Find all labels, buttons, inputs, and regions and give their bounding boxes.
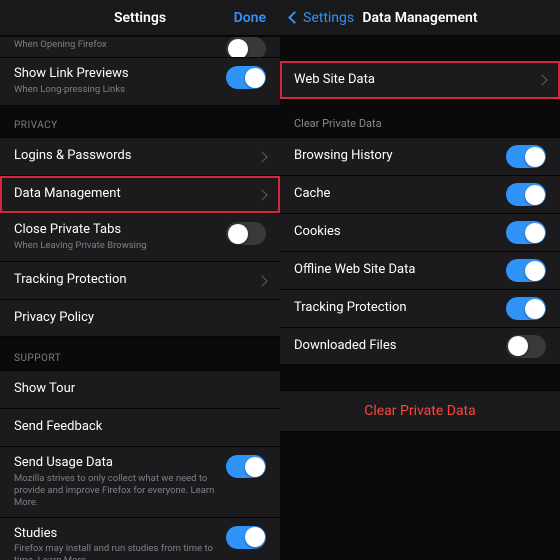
row-subtitle: When Opening Firefox [14,39,107,51]
list-item-offline-data[interactable]: Offline Web Site Data [280,251,560,289]
row-title: Tracking Protection [294,300,407,317]
row-subtitle: When Leaving Private Browsing [14,240,147,252]
row-title: Privacy Policy [14,310,94,327]
page-title: Settings [114,10,166,26]
section-header-clear-private-data: Clear Private Data [280,101,560,137]
clear-private-data-button[interactable]: Clear Private Data [280,390,560,432]
list-item[interactable]: When Opening Firefox [0,36,280,57]
list-item-downloaded-files[interactable]: Downloaded Files [280,327,560,365]
nav-bar: Settings Done [0,0,280,36]
list-item-show-tour[interactable]: Show Tour [0,370,280,408]
list-item-logins-passwords[interactable]: Logins & Passwords [0,137,280,175]
toggle-switch[interactable] [226,455,266,478]
settings-screen: Settings Done When Opening Firefox Show … [0,0,280,560]
list-item-close-private-tabs[interactable]: Close Private Tabs When Leaving Private … [0,213,280,261]
page-title: Data Management [362,10,477,26]
row-title: Studies [14,526,219,543]
section-header-support: SUPPORT [0,338,280,370]
section-header-privacy: PRIVACY [0,105,280,137]
row-title: Cookies [294,224,341,241]
row-title: Web Site Data [294,72,375,89]
list-item-cookies[interactable]: Cookies [280,213,560,251]
row-subtitle: Mozilla strives to only collect what we … [14,473,219,509]
row-title: Send Feedback [14,419,102,436]
row-subtitle: When Long-pressing Links [14,84,129,96]
toggle-switch[interactable] [226,37,266,57]
list-item-data-management[interactable]: Data Management [0,175,280,213]
toggle-switch[interactable] [506,145,546,168]
chevron-right-icon [536,74,547,85]
row-title: Data Management [14,186,121,203]
nav-bar: Settings Data Management [280,0,560,36]
row-title: Logins & Passwords [14,148,131,165]
row-title: Send Usage Data [14,455,219,472]
chevron-right-icon [256,275,267,286]
back-button[interactable]: Settings [290,10,354,26]
row-title: Tracking Protection [14,272,127,289]
row-title: Browsing History [294,148,393,165]
back-label: Settings [303,10,354,26]
row-title: Downloaded Files [294,338,396,355]
done-button[interactable]: Done [234,10,266,26]
chevron-right-icon [256,151,267,162]
toggle-switch[interactable] [226,222,266,245]
toggle-switch[interactable] [506,183,546,206]
list-item-privacy-policy[interactable]: Privacy Policy [0,299,280,337]
data-management-screen: Settings Data Management Web Site Data C… [280,0,560,560]
list-item-show-link-previews[interactable]: Show Link Previews When Long-pressing Li… [0,57,280,105]
list-item-cache[interactable]: Cache [280,175,560,213]
settings-list[interactable]: When Opening Firefox Show Link Previews … [0,36,280,560]
toggle-switch[interactable] [226,526,266,549]
toggle-switch[interactable] [506,259,546,282]
toggle-switch[interactable] [506,335,546,358]
list-item-tracking-protection[interactable]: Tracking Protection [280,289,560,327]
list-item-send-feedback[interactable]: Send Feedback [0,408,280,446]
row-title: Cache [294,186,330,203]
toggle-switch[interactable] [506,297,546,320]
toggle-switch[interactable] [506,221,546,244]
data-management-list[interactable]: Web Site Data Clear Private Data Browsin… [280,36,560,432]
list-item-website-data[interactable]: Web Site Data [280,60,560,100]
list-item-tracking-protection[interactable]: Tracking Protection [0,261,280,299]
list-item-send-usage-data[interactable]: Send Usage Data Mozilla strives to only … [0,446,280,517]
toggle-switch[interactable] [226,66,266,89]
row-title: Show Tour [14,381,75,398]
row-title: Close Private Tabs [14,222,147,239]
chevron-right-icon [256,189,267,200]
row-subtitle: Firefox may install and run studies from… [14,543,219,560]
row-title: Show Link Previews [14,66,129,83]
list-item-browsing-history[interactable]: Browsing History [280,137,560,175]
chevron-left-icon [288,11,301,24]
list-item-studies[interactable]: Studies Firefox may install and run stud… [0,517,280,560]
row-title: Offline Web Site Data [294,262,415,279]
